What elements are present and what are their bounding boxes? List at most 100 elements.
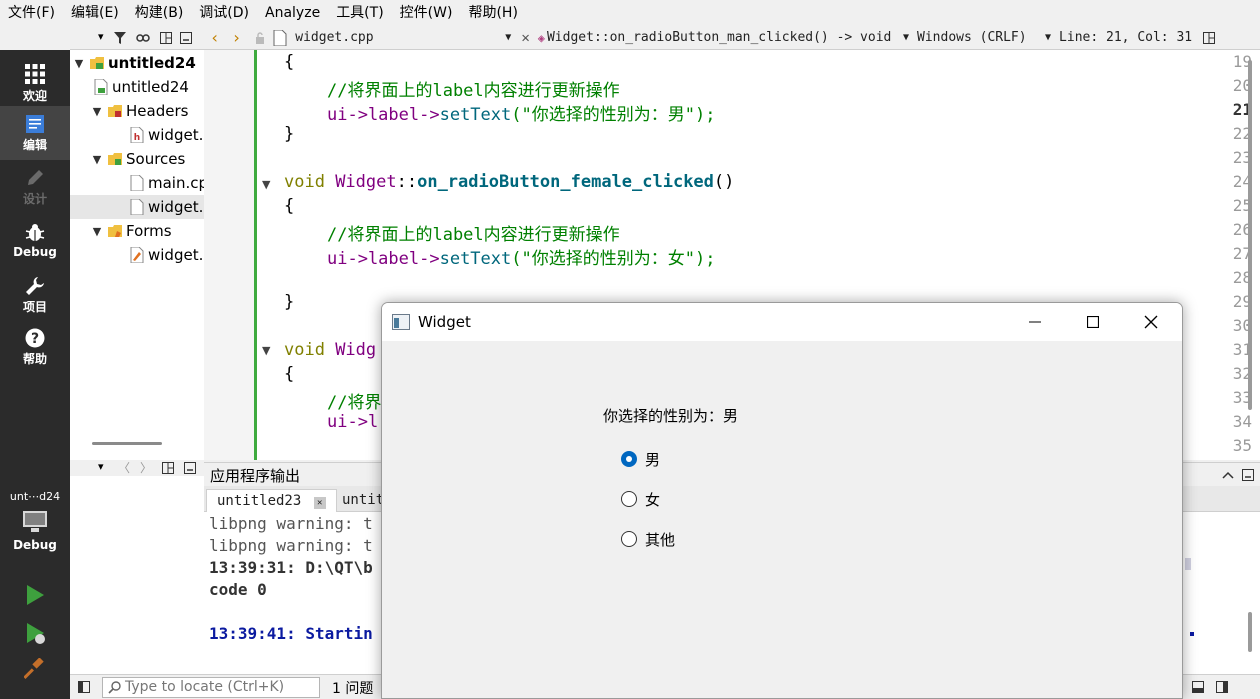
mode-edit[interactable]: 编辑 bbox=[0, 106, 70, 160]
dropdown-arrow-icon[interactable]: ▾ bbox=[98, 460, 104, 473]
kit-selector[interactable]: Debug bbox=[0, 510, 70, 564]
menu-analyze[interactable]: Analyze bbox=[257, 0, 328, 26]
locator-input[interactable]: Type to locate (Ctrl+K) bbox=[102, 677, 320, 698]
mode-design[interactable]: 设计 bbox=[0, 160, 70, 214]
output-vertical-scrollbar[interactable] bbox=[1248, 612, 1252, 652]
radio-indicator[interactable] bbox=[621, 531, 637, 547]
debug-run-icon[interactable] bbox=[24, 622, 48, 646]
forward-arrow-icon[interactable]: 〉 bbox=[140, 459, 152, 476]
mode-debug[interactable]: Debug bbox=[0, 214, 70, 268]
issues-pane-button[interactable]: 1 问题 bbox=[332, 678, 373, 698]
run-icon[interactable] bbox=[24, 584, 46, 606]
tab-label: untit bbox=[342, 492, 385, 508]
mode-help[interactable]: ? 帮助 bbox=[0, 320, 70, 374]
output-toggle-icon[interactable] bbox=[1192, 681, 1204, 693]
close-document-icon[interactable]: ✕ bbox=[521, 30, 529, 46]
radio-indicator-checked[interactable] bbox=[621, 451, 637, 467]
tree-item-header-file[interactable]: h widget. bbox=[70, 123, 204, 147]
menu-window[interactable]: 控件(W) bbox=[392, 0, 461, 26]
split-icon[interactable] bbox=[162, 462, 174, 474]
menu-tools[interactable]: 工具(T) bbox=[328, 0, 391, 26]
kit-mode-label: Debug bbox=[13, 538, 57, 552]
encoding-selector[interactable]: Windows (CRLF) bbox=[917, 30, 1045, 45]
tree-item-ui-file[interactable]: widget. bbox=[70, 243, 204, 267]
fold-arrow-icon[interactable]: ▼ bbox=[262, 344, 270, 357]
mode-welcome[interactable]: 欢迎 bbox=[0, 56, 70, 110]
menu-debug[interactable]: 调试(D) bbox=[191, 0, 257, 26]
chevron-down-icon[interactable]: ▼ bbox=[90, 105, 104, 118]
close-pane-icon[interactable] bbox=[1242, 469, 1254, 481]
split-icon[interactable] bbox=[160, 32, 172, 44]
dropdown-arrow-icon[interactable]: ▾ bbox=[98, 30, 104, 43]
radio-button-other[interactable]: 其他 bbox=[621, 528, 675, 550]
output-title: 应用程序输出 bbox=[210, 467, 301, 485]
code-line: void Widg bbox=[284, 340, 377, 360]
back-arrow-icon[interactable]: 〈 bbox=[118, 459, 130, 476]
radio-label: 男 bbox=[645, 450, 661, 469]
chevron-down-icon[interactable]: ▼ bbox=[72, 57, 86, 70]
cursor-position[interactable]: Line: 21, Col: 31 bbox=[1059, 30, 1199, 45]
chevron-down-icon[interactable]: ▼ bbox=[90, 153, 104, 166]
tree-item-project[interactable]: ▼ untitled24 bbox=[70, 51, 204, 75]
minimize-button[interactable] bbox=[1006, 303, 1064, 341]
menu-help[interactable]: 帮助(H) bbox=[460, 0, 525, 26]
maximize-button[interactable] bbox=[1064, 303, 1122, 341]
tree-item-forms[interactable]: ▼ Forms bbox=[70, 219, 204, 243]
help-icon: ? bbox=[25, 328, 45, 347]
tree-item-widget-cpp[interactable]: widget. bbox=[70, 195, 204, 219]
symbol-selector[interactable]: Widget::on_radioButton_man_clicked() -> … bbox=[547, 30, 903, 45]
chevron-down-icon[interactable]: ▼ bbox=[90, 225, 104, 238]
tree-item-main-cpp[interactable]: main.cp bbox=[70, 171, 204, 195]
sidebar-toggle-icon[interactable] bbox=[78, 681, 90, 693]
build-hammer-icon[interactable] bbox=[24, 658, 46, 680]
tree-item-headers[interactable]: ▼ Headers bbox=[70, 99, 204, 123]
lock-icon[interactable] bbox=[255, 31, 265, 44]
line-number: 31 bbox=[1232, 340, 1252, 359]
radio-button-female[interactable]: 女 bbox=[621, 488, 660, 510]
tab-untitled23[interactable]: untitled23 ✕ bbox=[206, 489, 337, 512]
file-dropdown-icon[interactable]: ▼ bbox=[505, 32, 511, 43]
filter-icon[interactable] bbox=[114, 32, 126, 44]
fold-arrow-icon[interactable]: ▼ bbox=[262, 178, 270, 191]
current-file-name[interactable]: widget.cpp bbox=[295, 30, 505, 45]
wrench-icon bbox=[26, 276, 44, 295]
mode-design-label: 设计 bbox=[22, 191, 47, 206]
menu-edit[interactable]: 编辑(E) bbox=[63, 0, 127, 26]
line-number: 27 bbox=[1232, 244, 1252, 263]
encoding-dropdown-icon[interactable]: ▼ bbox=[1045, 32, 1051, 43]
window-title-bar[interactable]: Widget bbox=[382, 303, 1182, 341]
mode-projects[interactable]: 项目 bbox=[0, 268, 70, 322]
radio-indicator[interactable] bbox=[621, 491, 637, 507]
widget-window: Widget 你选择的性别为：男 男 女 其他 bbox=[381, 302, 1183, 699]
output-text-fragment bbox=[1185, 558, 1191, 570]
tree-pro-file-label: untitled24 bbox=[112, 78, 189, 96]
menu-bar: 文件(F) 编辑(E) 构建(B) 调试(D) Analyze 工具(T) 控件… bbox=[0, 0, 1260, 26]
split-icon[interactable] bbox=[1203, 31, 1216, 44]
menu-build[interactable]: 构建(B) bbox=[127, 0, 192, 26]
maximize-pane-icon[interactable] bbox=[1222, 470, 1234, 480]
tree-main-file-label: main.cp bbox=[148, 174, 204, 192]
nav-forward-icon[interactable]: › bbox=[232, 28, 242, 47]
editor-vertical-scrollbar[interactable] bbox=[1248, 60, 1252, 410]
svg-text:?: ? bbox=[31, 331, 39, 347]
monitor-icon bbox=[23, 511, 47, 532]
right-sidebar-toggle-icon[interactable] bbox=[1216, 681, 1228, 693]
nav-back-icon[interactable]: ‹ bbox=[210, 28, 220, 47]
radio-button-male[interactable]: 男 bbox=[621, 448, 660, 470]
ui-file-icon bbox=[130, 247, 144, 263]
link-icon[interactable] bbox=[136, 32, 150, 44]
close-pane-icon[interactable] bbox=[184, 462, 196, 474]
line-number-gutter bbox=[204, 50, 254, 460]
mode-projects-label: 项目 bbox=[22, 299, 47, 314]
close-tab-icon[interactable]: ✕ bbox=[313, 497, 326, 509]
menu-file[interactable]: 文件(F) bbox=[0, 0, 63, 26]
tree-item-pro-file[interactable]: untitled24 bbox=[70, 75, 204, 99]
tree-horizontal-scrollbar[interactable] bbox=[92, 442, 162, 445]
header-file-icon: h bbox=[130, 127, 144, 143]
symbol-dropdown-icon[interactable]: ▼ bbox=[903, 32, 909, 43]
line-number: 20 bbox=[1232, 76, 1252, 95]
close-button[interactable] bbox=[1122, 303, 1180, 341]
tree-item-sources[interactable]: ▼ Sources bbox=[70, 147, 204, 171]
tab-label: untitled23 bbox=[217, 493, 302, 509]
close-pane-icon[interactable] bbox=[180, 32, 192, 44]
